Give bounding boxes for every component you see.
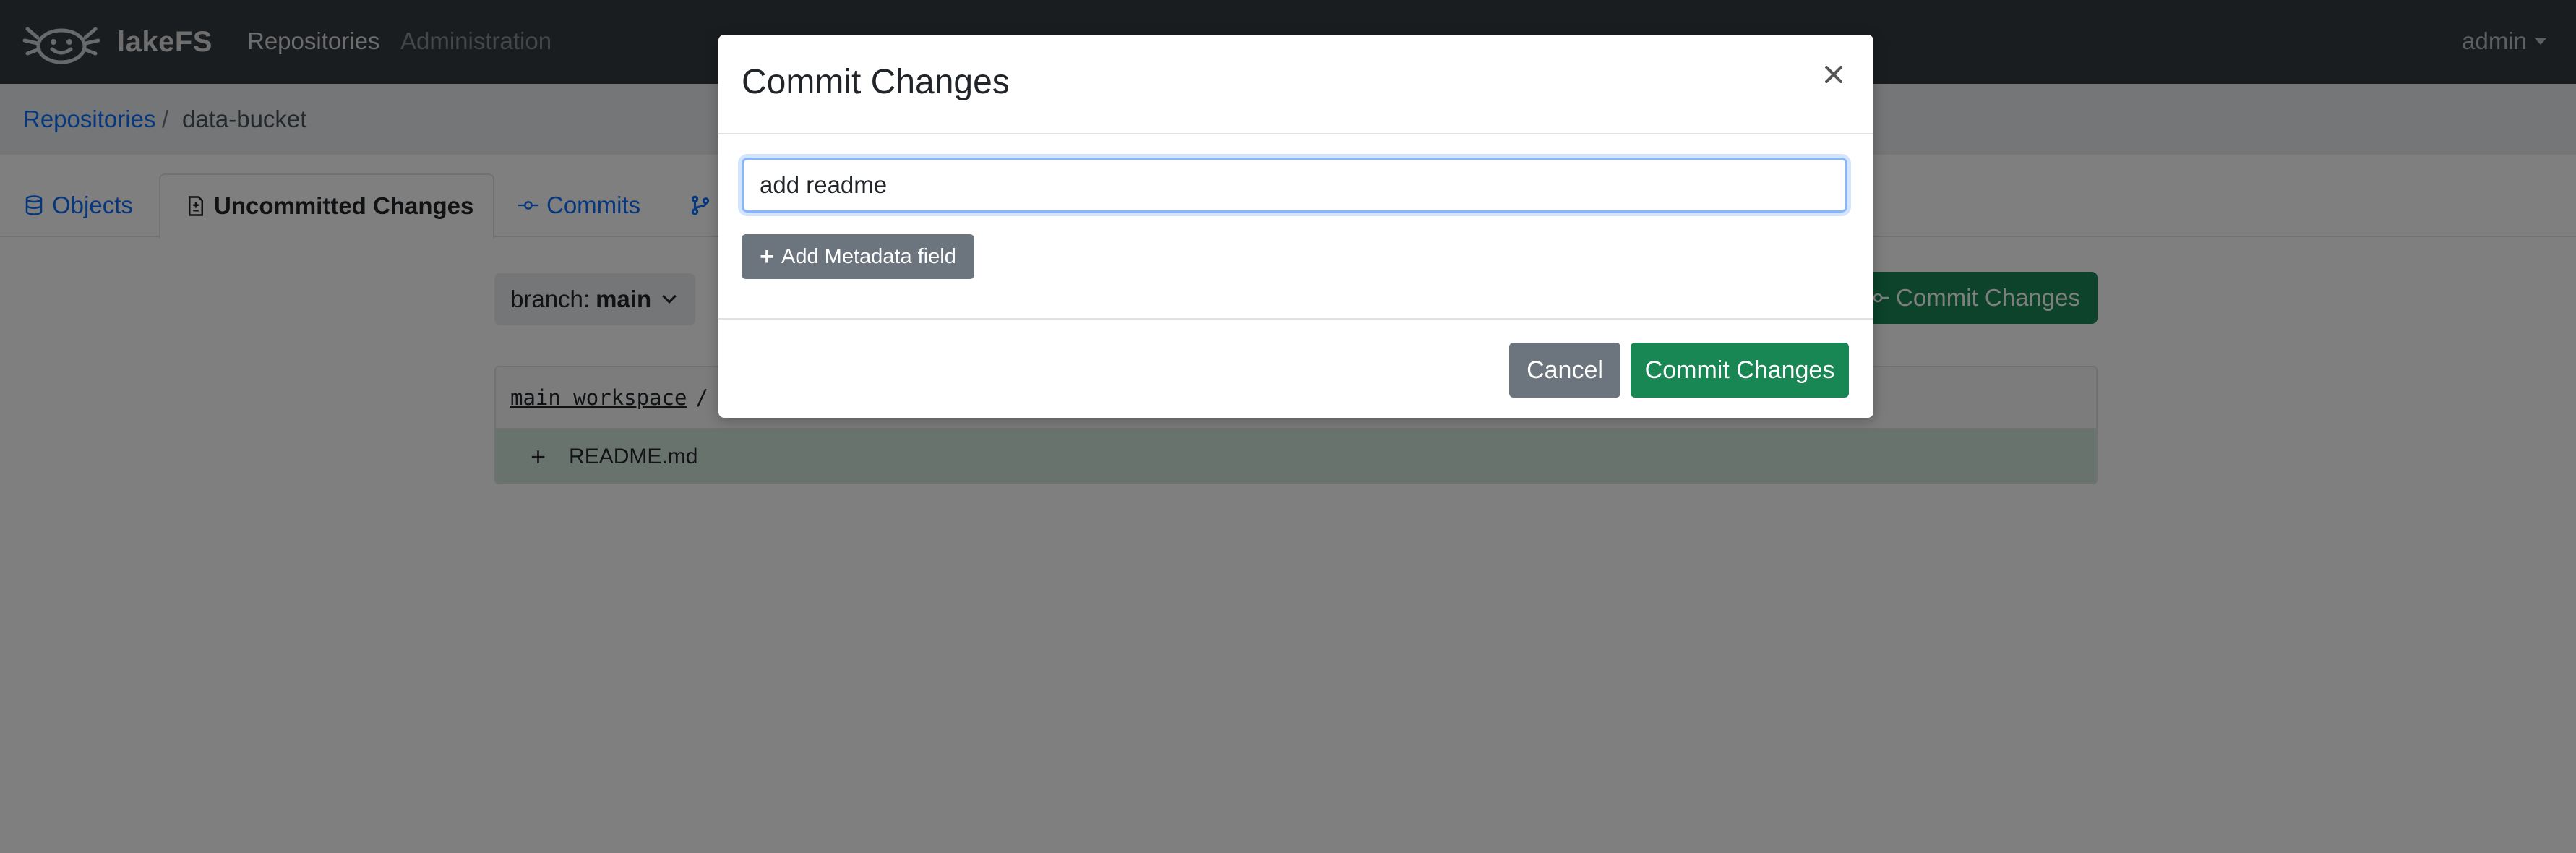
close-icon <box>1825 66 1842 83</box>
modal-body: + Add Metadata field <box>718 134 1873 320</box>
modal-title: Commit Changes <box>742 63 1010 101</box>
plus-icon: + <box>760 242 775 270</box>
modal-header: Commit Changes <box>718 35 1873 134</box>
add-metadata-field-button[interactable]: + Add Metadata field <box>742 234 974 279</box>
add-metadata-label: Add Metadata field <box>781 244 956 268</box>
cancel-button[interactable]: Cancel <box>1509 343 1620 398</box>
commit-message-input[interactable] <box>742 158 1847 213</box>
commit-modal: Commit Changes + Add Metadata field Canc… <box>718 35 1873 418</box>
close-button[interactable] <box>1816 56 1852 93</box>
modal-footer: Cancel Commit Changes <box>718 320 1873 418</box>
confirm-commit-label: Commit Changes <box>1644 356 1835 384</box>
cancel-label: Cancel <box>1527 356 1603 384</box>
confirm-commit-button[interactable]: Commit Changes <box>1631 343 1849 398</box>
